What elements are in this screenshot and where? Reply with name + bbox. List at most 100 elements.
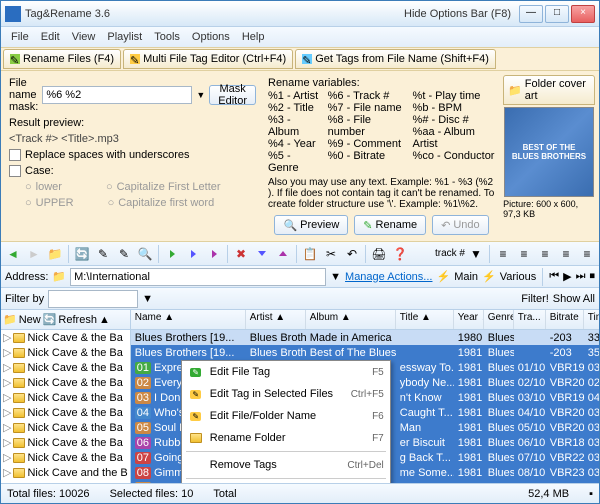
folder-icon (13, 333, 25, 343)
rename-button[interactable]: ✎Rename (354, 215, 426, 235)
status-bar: Total files: 10026 Selected files: 10 To… (1, 483, 599, 503)
col-name[interactable]: Name ▲ (131, 310, 246, 329)
col-bitrate[interactable]: Bitrate ▲ (546, 310, 584, 329)
cover-info: Picture: 600 x 600, 97,3 KB (503, 199, 595, 219)
col-time[interactable]: Time ▲ (584, 310, 599, 329)
showall-button[interactable]: Show All (553, 293, 595, 305)
tb-back[interactable]: ◄ (3, 244, 23, 264)
folder-item[interactable]: ▷Nick Cave & the Ba (1, 330, 130, 345)
window-title: Tag&Rename 3.6 (25, 8, 404, 20)
tb-up[interactable]: 📁 (45, 244, 65, 264)
tb-search[interactable]: 🔍 (135, 244, 155, 264)
folder-item[interactable]: ▷Nick Cave & the Ba (1, 450, 130, 465)
folder-icon (13, 453, 25, 463)
tab-rename[interactable]: ✎Rename Files (F4) (3, 49, 121, 69)
maximize-button[interactable]: □ (545, 5, 569, 23)
folder-icon (13, 348, 25, 358)
mask-editor-button[interactable]: Mask Editor (209, 85, 256, 105)
minimize-button[interactable]: — (519, 5, 543, 23)
tb-edit[interactable]: ✎ (93, 244, 113, 264)
preview-value: <Track #> <Title>.mp3 (9, 133, 256, 145)
tb-fwd[interactable]: ► (24, 244, 44, 264)
case-checkbox[interactable] (9, 165, 21, 177)
tab-bar: ✎Rename Files (F4) ✎Multi File Tag Edito… (1, 47, 599, 71)
address-input[interactable] (70, 268, 326, 286)
folder-item[interactable]: ▷Nick Cave & the Ba (1, 420, 130, 435)
menu-tools[interactable]: Tools (148, 29, 186, 45)
folder-icon: 📁 (508, 84, 522, 97)
folder-icon (13, 363, 25, 373)
folder-icon: 📁 (52, 270, 66, 283)
folder-item[interactable]: ▷Nick Cave & the Ba (1, 435, 130, 450)
col-title[interactable]: Title ▲ (396, 310, 454, 329)
vars-title: Rename variables: (268, 77, 495, 89)
menu-edit[interactable]: Edit (35, 29, 66, 45)
tb-play[interactable] (162, 244, 182, 264)
tb-refresh[interactable]: 🔄 (72, 244, 92, 264)
folder-item[interactable]: ▷Nick Cave & the Ba (1, 390, 130, 405)
titlebar: Tag&Rename 3.6 Hide Options Bar (F8) — □… (1, 1, 599, 27)
preview-label: Result preview: (9, 117, 256, 129)
menu-edit-file/folder-name[interactable]: ✎Edit File/Folder NameF6 (182, 405, 390, 427)
status-total: Total files: 10026 (7, 488, 90, 500)
folder-item[interactable]: ▷Nick Cave & the Ba (1, 360, 130, 375)
refresh-button[interactable]: Refresh (58, 314, 97, 326)
menu-bar: FileEditViewPlaylistToolsOptionsHelp (1, 27, 599, 47)
col-tra...[interactable]: Tra... ▲ (514, 310, 546, 329)
tb-play3[interactable] (204, 244, 224, 264)
vars-note: Also you may use any text. Example: %1 -… (268, 177, 495, 210)
preview-button[interactable]: 🔍Preview (274, 215, 348, 235)
menu-view[interactable]: View (66, 29, 102, 45)
menu-file[interactable]: File (5, 29, 35, 45)
replace-checkbox[interactable] (9, 149, 21, 161)
table-row[interactable]: Blues Brothers [19...Blues Broth...Made … (131, 330, 599, 345)
new-button[interactable]: New (19, 314, 41, 326)
table-row[interactable]: Blues Brothers [19...Blues Broth...Best … (131, 345, 599, 360)
menu-remove-tags[interactable]: Remove TagsCtrl+Del (182, 454, 390, 476)
mask-input[interactable] (42, 86, 192, 104)
col-genre[interactable]: Genre ▲ (484, 310, 514, 329)
folder-item[interactable]: ▷Nick Cave & the Ba (1, 345, 130, 360)
cover-header: 📁Folder cover art (503, 75, 595, 105)
menu-playlist[interactable]: Playlist (101, 29, 148, 45)
folder-icon (13, 393, 25, 403)
cover-image: BEST OF THE BLUES BROTHERS (504, 107, 594, 197)
col-artist[interactable]: Artist ▲ (246, 310, 306, 329)
folder-icon (13, 423, 25, 433)
folder-item[interactable]: ▷Nick Cave & the Ba (1, 405, 130, 420)
status-size: 52,4 MB (528, 488, 569, 500)
tab-get[interactable]: ✎Get Tags from File Name (Shift+F4) (295, 49, 496, 69)
tb-down[interactable] (252, 244, 272, 264)
menu-options[interactable]: Options (186, 29, 236, 45)
tb-play2[interactable] (183, 244, 203, 264)
filter-input[interactable] (48, 290, 138, 308)
folder-item[interactable]: ▷Nick Cave & the Ba (1, 375, 130, 390)
menu-rename-folder[interactable]: Rename FolderF7 (182, 427, 390, 449)
folder-item[interactable]: ▷Nick Cave and the B (1, 465, 130, 480)
close-button[interactable]: × (571, 5, 595, 23)
filter-button[interactable]: Filter! (521, 293, 549, 305)
hide-options-link[interactable]: Hide Options Bar (F8) (404, 8, 511, 20)
tb-x[interactable]: ✖ (231, 244, 251, 264)
toolbar: ◄ ► 📁 🔄 ✎ ✎ 🔍 ✖ 📋 ✂ ↶ 🖨 ❓ track # ▼ ≡ ≡ … (1, 242, 599, 266)
menu-help[interactable]: Help (236, 29, 271, 45)
tb-multi[interactable]: ✎ (114, 244, 134, 264)
tb-copy[interactable]: 📋 (300, 244, 320, 264)
tab-multi[interactable]: ✎Multi File Tag Editor (Ctrl+F4) (123, 49, 293, 69)
manage-actions-link[interactable]: Manage Actions... (345, 271, 432, 283)
tb-undo[interactable]: ↶ (342, 244, 362, 264)
menu-play-file[interactable]: Play FileCtrl+P (182, 481, 390, 483)
tb-up2[interactable] (273, 244, 293, 264)
col-album[interactable]: Album ▲ (306, 310, 396, 329)
folder-icon (13, 438, 25, 448)
tb-print[interactable]: 🖨 (369, 244, 389, 264)
tb-help[interactable]: ❓ (390, 244, 410, 264)
col-year[interactable]: Year ▲ (454, 310, 484, 329)
tb-cut[interactable]: ✂ (321, 244, 341, 264)
menu-edit-tag-in-selected-files[interactable]: ✎Edit Tag in Selected FilesCtrl+F5 (182, 383, 390, 405)
filter-label: Filter by (5, 293, 44, 305)
menu-edit-file-tag[interactable]: ✎Edit File TagF5 (182, 361, 390, 383)
mask-label: File name mask: (9, 77, 38, 113)
folder-icon (13, 378, 25, 388)
undo-button[interactable]: ↶Undo (432, 215, 489, 235)
